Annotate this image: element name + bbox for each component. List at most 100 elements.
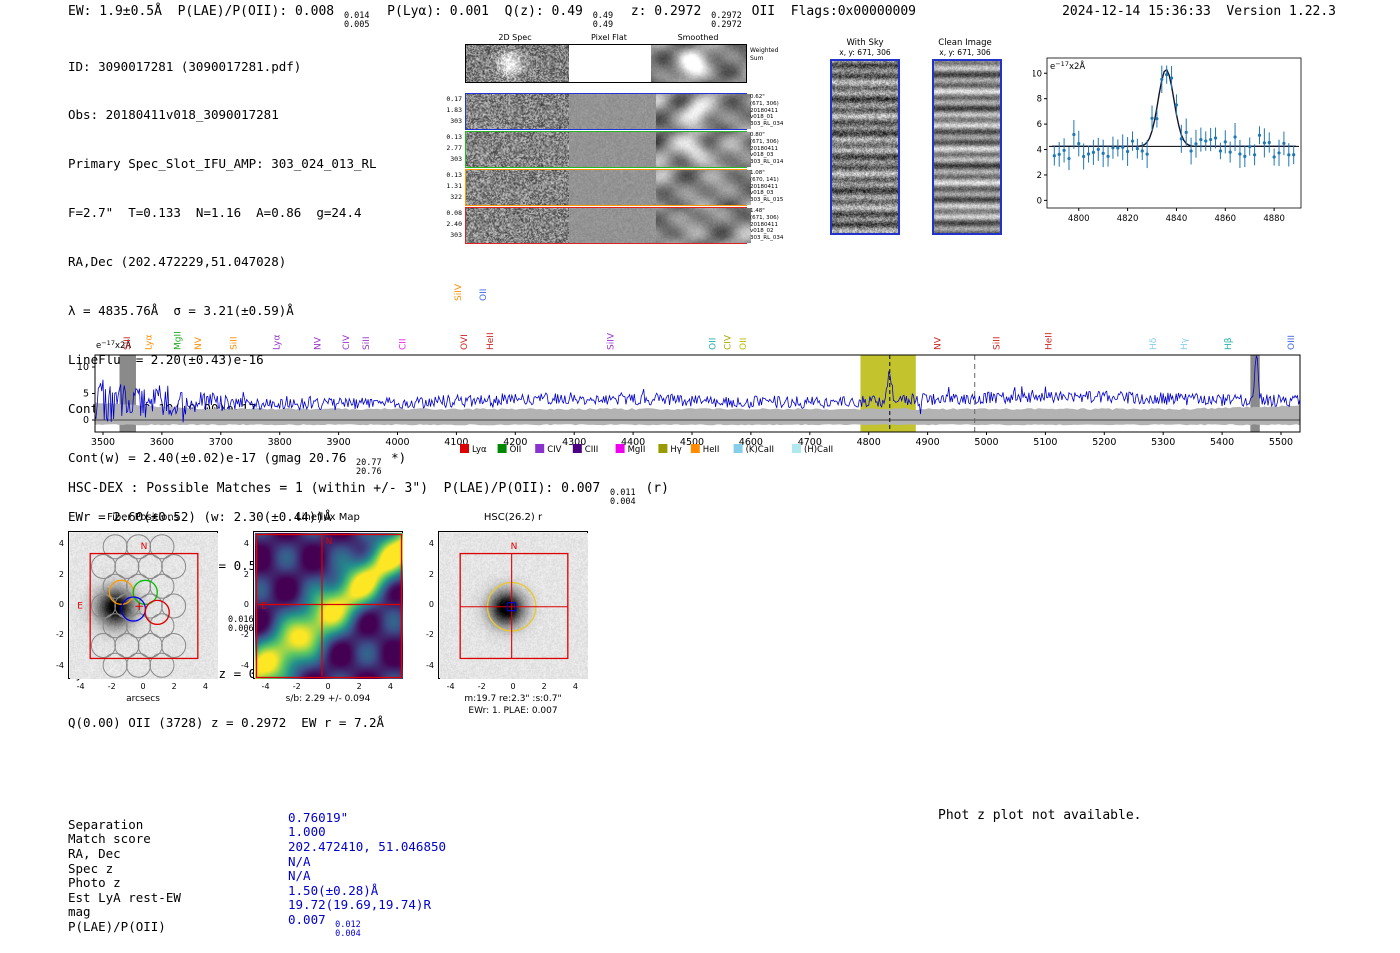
svg-text:0: 0 — [83, 415, 89, 426]
fiber-positions-image — [70, 533, 218, 679]
svg-text:OII: OII — [709, 338, 719, 350]
hsc-cutout-panel: N — [438, 531, 588, 679]
svg-text:NV: NV — [194, 336, 204, 350]
svg-text:OII: OII — [510, 445, 522, 455]
svg-text:MgII: MgII — [628, 445, 646, 455]
axis-tick-label: 2 — [58, 569, 64, 579]
svg-text:10: 10 — [77, 362, 89, 373]
svg-text:e−17x2Å: e−17x2Å — [1050, 60, 1085, 72]
pixelflat-image — [568, 132, 657, 167]
svg-text:4840: 4840 — [1166, 214, 1188, 224]
hetdex-report-page: EW: 1.9±0.5Å P(LAE)/P(OII): 0.008 0.014 0… — [0, 0, 1400, 953]
svg-text:4860: 4860 — [1214, 214, 1236, 224]
spec2d-image — [466, 132, 569, 167]
axis-tick-label: -4 — [241, 660, 249, 670]
cleanimage-image — [934, 61, 1000, 233]
match-row-label: Spec z — [68, 860, 114, 876]
weighted-sum-flat-blank — [568, 45, 652, 82]
svg-text:Hγ: Hγ — [670, 445, 681, 455]
spec2d-row-right-labels: 0.80" (671, 306) 20180411 v018_03 303_RL_014 — [750, 132, 784, 166]
spec2d-row-images — [465, 93, 752, 130]
spec2d-header-2dspec: 2D Spec — [498, 33, 532, 42]
match-row-label: P(LAE)/P(OII) — [68, 918, 166, 934]
svg-text:OVI: OVI — [460, 334, 470, 350]
svg-text:4800: 4800 — [1068, 214, 1090, 224]
axis-tick-label: -2 — [477, 682, 486, 691]
svg-text:5000: 5000 — [974, 437, 998, 448]
axis-tick-label: -2 — [292, 682, 301, 691]
spec2d-header-pixelflat: Pixel Flat — [591, 33, 627, 42]
svg-text:5200: 5200 — [1092, 437, 1116, 448]
svg-text:CIV: CIV — [547, 445, 561, 455]
axis-tick-label: 4 — [243, 539, 249, 549]
withsky-title: With Sky — [846, 38, 884, 48]
match-row-value: 0.76019" — [288, 809, 349, 825]
axis-tick-label: 4 — [428, 539, 434, 549]
svg-text:4880: 4880 — [1263, 214, 1285, 224]
spec2d-row-right-labels: 1.48" (671, 306) 20180411 v018_02 303_RL_034 — [750, 208, 784, 242]
svg-text:Lyα: Lyα — [472, 445, 487, 455]
svg-text:5: 5 — [83, 389, 89, 400]
match-row-label: Match score — [68, 831, 151, 847]
smoothed-image — [656, 132, 752, 167]
spec2d-row-left-labels: 0.17 1.83 303 — [446, 95, 462, 125]
svg-text:SiII: SiII — [362, 336, 372, 350]
timestamp-version: 2024-12-14 15:36:33 Version 1.22.3 — [1062, 4, 1336, 19]
cleanimage-title: Clean Image — [938, 38, 992, 48]
axis-tick-label: -2 — [107, 682, 116, 691]
axis-tick-label: -4 — [56, 660, 64, 670]
svg-text:5400: 5400 — [1210, 437, 1234, 448]
spec2d-row-left-labels: 0.08 2.40 303 — [446, 209, 462, 239]
svg-text:OII: OII — [739, 338, 749, 350]
match-row-value: 0.007 0.012 0.004 — [288, 911, 361, 939]
info-id: ID: 3090017281 (3090017281.pdf) — [68, 58, 302, 74]
svg-text:4: 4 — [1037, 146, 1042, 156]
axis-tick-label: 2 — [171, 682, 177, 691]
svg-text:SiIV: SiIV — [607, 332, 617, 350]
spec2d-rows: 0.17 1.83 303 0.62" (671, 306) 20180411 v018_… — [441, 93, 791, 245]
svg-text:3800: 3800 — [268, 437, 292, 448]
svg-text:5100: 5100 — [1033, 437, 1057, 448]
axis-tick-label: -4 — [76, 682, 85, 691]
axis-tick-label: 4 — [58, 539, 64, 549]
match-row-label: Separation — [68, 816, 144, 832]
axis-tick-label: -4 — [446, 682, 455, 691]
axis-tick-label: 2 — [243, 569, 249, 579]
axis-tick-label: 2 — [541, 682, 547, 691]
svg-text:SiII: SiII — [230, 336, 240, 350]
hsc-cutout-title: HSC(26.2) r — [483, 512, 543, 523]
svg-text:CIV: CIV — [342, 334, 352, 350]
weighted-sum-row — [465, 44, 747, 83]
axis-tick-label: -2 — [426, 630, 434, 640]
spec2d-row-left-labels: 0.13 2.77 303 — [446, 133, 462, 163]
svg-text:2: 2 — [1037, 171, 1042, 181]
svg-text:3700: 3700 — [209, 437, 233, 448]
axis-tick-label: 4 — [387, 682, 393, 691]
axis-tick-label: -4 — [426, 660, 434, 670]
smoothed-image — [656, 170, 752, 205]
match-table-values: 0.76019" 1.000 202.472410, 51.046850 N/A N/A… — [288, 767, 450, 939]
spec2d-row-right-labels: 0.62" (671, 306) 20180411 v018_01 303_RL_034 — [750, 94, 784, 128]
spec2d-row: 0.08 2.40 303 1.48" (671, 306) 20180411 v018_… — [441, 207, 791, 245]
spec2d-row-left-labels: 0.13 1.31 322 — [446, 171, 462, 201]
line-fit-zoom-plot: 4800 4820 4840 4860 4880 0 2 4 6 8 10 e−17x2Å — [1033, 57, 1302, 224]
smoothed-image — [656, 94, 752, 129]
info-obs: Obs: 20180411v018_3090017281 — [68, 107, 279, 123]
summary-ew: EW: 1.9±0.5Å P(LAE)/P(OII): 0.008 — [68, 4, 342, 19]
svg-text:5500: 5500 — [1269, 437, 1293, 448]
svg-text:HeII: HeII — [486, 332, 496, 350]
spec2d-image — [466, 170, 569, 205]
fiber-positions-title: Fiber Positions — [107, 512, 179, 523]
svg-text:OIII: OIII — [1287, 335, 1297, 350]
spec2d-row-images — [465, 207, 752, 244]
svg-text:3900: 3900 — [327, 437, 351, 448]
smoothed-image — [656, 208, 752, 243]
pixelflat-image — [568, 170, 657, 205]
svg-text:SiII: SiII — [992, 336, 1002, 350]
axis-tick-label: 4 — [572, 682, 578, 691]
match-row-value: 19.72(19.69,19.74)R — [288, 897, 431, 913]
svg-text:OII: OII — [479, 289, 489, 301]
svg-text:HeII: HeII — [703, 445, 720, 455]
axis-tick-label: -2 — [56, 630, 64, 640]
axis-tick-label: -4 — [261, 682, 270, 691]
